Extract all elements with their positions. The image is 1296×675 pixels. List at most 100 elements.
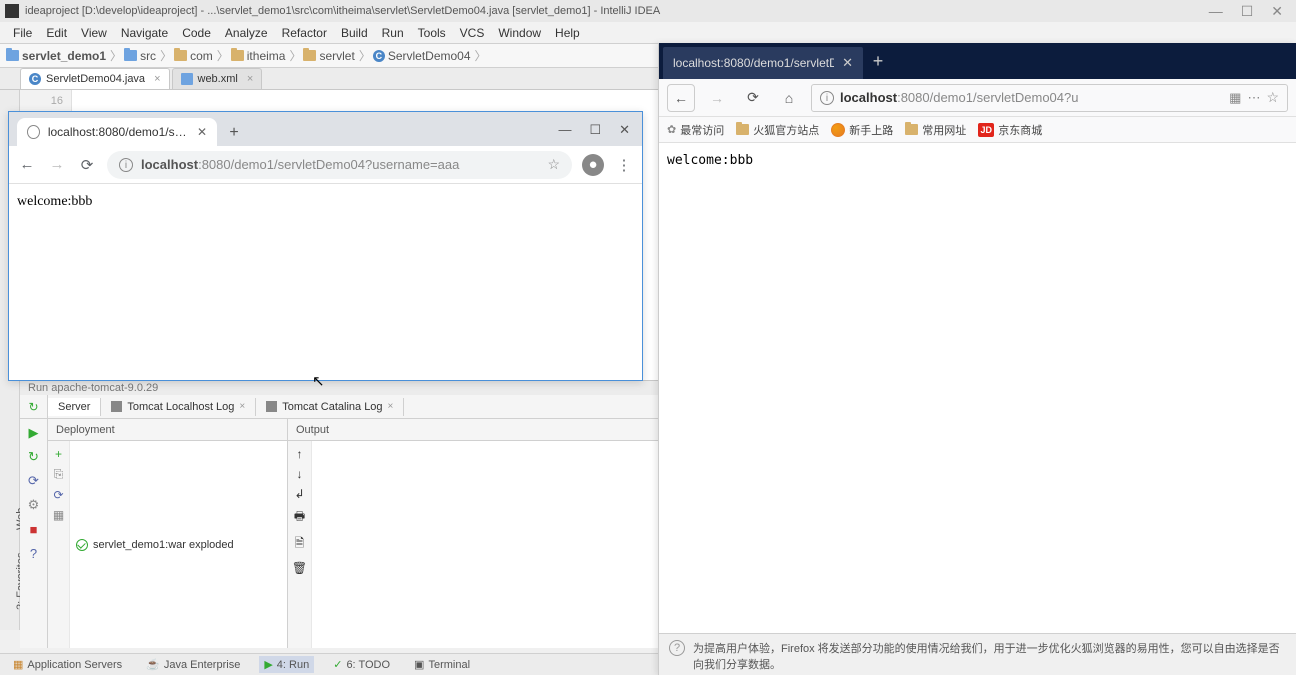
help-button[interactable]: ? bbox=[26, 545, 42, 561]
menu-view[interactable]: View bbox=[74, 26, 114, 40]
menu-refactor[interactable]: Refactor bbox=[275, 26, 334, 40]
menu-window[interactable]: Window bbox=[491, 26, 548, 40]
url-host: localhost bbox=[840, 90, 897, 105]
crumb-module[interactable]: servlet_demo1 bbox=[6, 49, 106, 63]
folder-icon bbox=[174, 50, 187, 61]
firefox-tabbar: localhost:8080/demo1/servletDe ✕ + bbox=[659, 43, 1296, 79]
bookmark-common[interactable]: 常用网址 bbox=[905, 122, 966, 138]
more-icon[interactable]: ⋯ bbox=[1247, 90, 1260, 106]
chrome-menu-button[interactable]: ⋮ bbox=[614, 155, 634, 175]
clear-button[interactable]: 🗎 bbox=[295, 534, 305, 555]
crumb-src[interactable]: src bbox=[124, 49, 156, 63]
close-icon[interactable]: × bbox=[154, 73, 160, 85]
forward-button[interactable]: → bbox=[47, 155, 67, 175]
close-icon[interactable]: × bbox=[239, 401, 245, 412]
tab-webxml[interactable]: web.xml × bbox=[172, 68, 263, 89]
settings-button[interactable]: ⚙ bbox=[26, 497, 42, 513]
folder-icon bbox=[905, 124, 918, 135]
close-icon[interactable]: ✕ bbox=[842, 55, 853, 71]
deploy-refresh[interactable]: ⟳ bbox=[53, 488, 63, 502]
xml-icon bbox=[181, 73, 193, 85]
soft-wrap-button[interactable]: ↲ bbox=[294, 487, 304, 501]
close-icon[interactable]: ✕ bbox=[197, 125, 207, 139]
bookmark-jd[interactable]: JD京东商城 bbox=[978, 122, 1042, 138]
tab-catalina-log[interactable]: Tomcat Catalina Log× bbox=[256, 398, 404, 416]
firefox-address-bar[interactable]: i localhost:8080/demo1/servletDemo04?u ▦… bbox=[811, 84, 1288, 112]
bottom-terminal[interactable]: ▣Terminal bbox=[409, 656, 475, 673]
url-path: :8080/demo1/servletDemo04?username=aaa bbox=[198, 157, 459, 172]
trash-button[interactable]: 🗑 bbox=[292, 561, 307, 575]
scroll-up-button[interactable]: ↑ bbox=[297, 447, 303, 461]
crumb-itheima[interactable]: itheima bbox=[231, 49, 286, 63]
close-icon[interactable]: × bbox=[388, 401, 394, 412]
crumb-class[interactable]: CServletDemo04 bbox=[373, 49, 471, 63]
maximize-button[interactable]: ☐ bbox=[1241, 3, 1254, 20]
back-button[interactable]: ← bbox=[17, 155, 37, 175]
url-host: localhost bbox=[141, 157, 198, 172]
menu-build[interactable]: Build bbox=[334, 26, 375, 40]
run-header: Run apache-tomcat-9.0.29 bbox=[20, 381, 658, 395]
reload-button[interactable]: ⟳ bbox=[77, 155, 97, 175]
firefox-tab[interactable]: localhost:8080/demo1/servletDe ✕ bbox=[663, 47, 863, 79]
back-button[interactable]: ← bbox=[667, 84, 695, 112]
bookmark-icon[interactable] bbox=[1266, 89, 1279, 106]
tab-server[interactable]: Server bbox=[48, 398, 101, 416]
firefox-toolbar: ← → ⟳ ⌂ i localhost:8080/demo1/servletDe… bbox=[659, 79, 1296, 117]
firefox-newtab-button[interactable]: + bbox=[863, 51, 893, 72]
minimize-button[interactable]: — bbox=[1209, 3, 1223, 20]
close-button[interactable]: ✕ bbox=[1271, 3, 1283, 20]
menu-navigate[interactable]: Navigate bbox=[114, 26, 175, 40]
firefox-icon bbox=[831, 123, 845, 137]
menu-file[interactable]: File bbox=[6, 26, 39, 40]
forward-button[interactable]: → bbox=[703, 84, 731, 112]
artifact-item[interactable]: servlet_demo1:war exploded bbox=[70, 441, 240, 648]
qr-icon[interactable]: ▦ bbox=[1229, 90, 1241, 106]
chrome-address-bar[interactable]: i localhost:8080/demo1/servletDemo04?use… bbox=[107, 151, 572, 179]
run-restart-button[interactable]: ↻ bbox=[20, 395, 48, 418]
menu-analyze[interactable]: Analyze bbox=[218, 26, 275, 40]
bottom-todo[interactable]: ✓6: TODO bbox=[328, 656, 395, 673]
home-button[interactable]: ⌂ bbox=[775, 84, 803, 112]
ok-icon bbox=[76, 539, 88, 551]
bookmark-most-visited[interactable]: ✿最常访问 bbox=[667, 122, 724, 138]
chrome-newtab-button[interactable]: + bbox=[221, 120, 247, 146]
close-button[interactable]: ✕ bbox=[619, 122, 630, 138]
reload-button[interactable]: ⟳ bbox=[739, 84, 767, 112]
title-text: ideaproject [D:\develop\ideaproject] - .… bbox=[25, 5, 660, 17]
crumb-servlet[interactable]: servlet bbox=[303, 49, 354, 63]
menu-vcs[interactable]: VCS bbox=[453, 26, 492, 40]
profile-button[interactable]: ● bbox=[582, 154, 604, 176]
stop-button[interactable]: ■ bbox=[26, 521, 42, 537]
menu-code[interactable]: Code bbox=[175, 26, 218, 40]
minimize-button[interactable]: — bbox=[558, 122, 571, 138]
print-button[interactable]: 🖶 bbox=[294, 507, 305, 528]
url-path: :8080/demo1/servletDemo04?u bbox=[897, 90, 1078, 105]
line-number: 16 bbox=[20, 95, 63, 107]
bookmark-newbie[interactable]: 新手上路 bbox=[831, 122, 893, 138]
bottom-app-servers[interactable]: ▦Application Servers bbox=[8, 656, 127, 673]
crumb-com[interactable]: com bbox=[174, 49, 213, 63]
menu-tools[interactable]: Tools bbox=[411, 26, 453, 40]
bottom-java-ee[interactable]: ☕Java Enterprise bbox=[141, 656, 245, 673]
menu-help[interactable]: Help bbox=[548, 26, 587, 40]
bookmark-icon[interactable] bbox=[547, 156, 560, 173]
bottom-run[interactable]: ▶4: Run bbox=[259, 656, 314, 673]
debug-button[interactable]: ⟳ bbox=[26, 473, 42, 489]
tab-localhost-log[interactable]: Tomcat Localhost Log× bbox=[101, 398, 256, 416]
maximize-button[interactable]: ☐ bbox=[589, 122, 601, 138]
menu-run[interactable]: Run bbox=[375, 26, 411, 40]
globe-icon bbox=[27, 125, 40, 139]
menu-edit[interactable]: Edit bbox=[39, 26, 74, 40]
info-icon: i bbox=[119, 158, 133, 172]
reload-button[interactable]: ↻ bbox=[26, 449, 42, 465]
deploy-more[interactable]: ▦ bbox=[53, 508, 64, 522]
run-button[interactable]: ▶ bbox=[26, 425, 42, 441]
bookmark-huohu[interactable]: 火狐官方站点 bbox=[736, 122, 819, 138]
log-icon bbox=[266, 401, 277, 412]
close-icon[interactable]: × bbox=[247, 73, 253, 85]
chrome-tab[interactable]: localhost:8080/demo1/servlet ✕ bbox=[17, 118, 217, 146]
tab-servletdemo04[interactable]: C ServletDemo04.java × bbox=[20, 68, 170, 89]
remove-button[interactable]: ⎘ bbox=[54, 467, 64, 482]
scroll-down-button[interactable]: ↓ bbox=[297, 467, 303, 481]
add-button[interactable]: + bbox=[55, 447, 62, 461]
